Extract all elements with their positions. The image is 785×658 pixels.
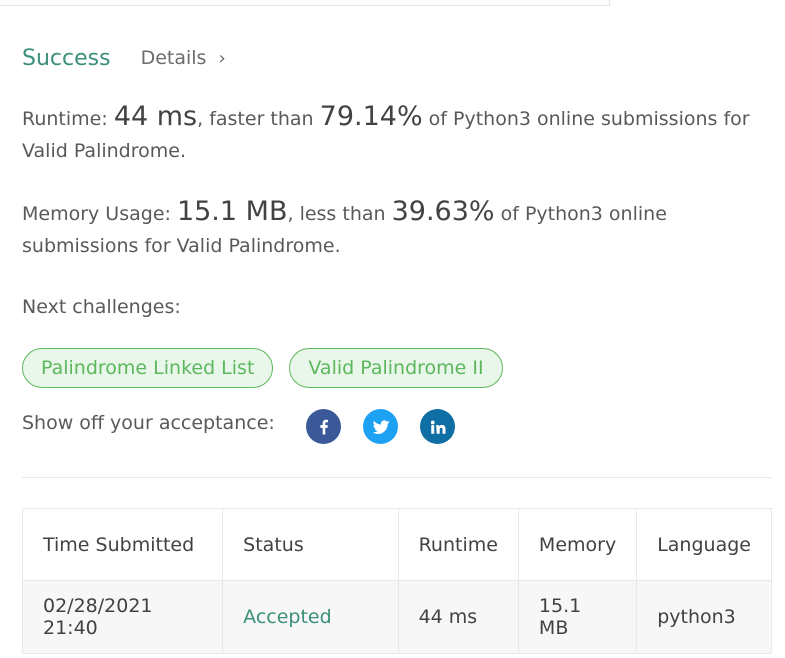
next-challenges-list: Palindrome Linked List Valid Palindrome …	[22, 348, 503, 388]
cell-runtime: 44 ms	[397, 580, 519, 654]
memory-percent: 39.63%	[391, 196, 495, 227]
header-memory[interactable]: Memory	[517, 508, 638, 581]
header-language[interactable]: Language	[636, 508, 772, 581]
share-label: Show off your acceptance:	[22, 412, 275, 434]
memory-label: Memory Usage:	[22, 203, 177, 225]
facebook-icon	[319, 419, 328, 434]
header-runtime[interactable]: Runtime	[397, 508, 519, 581]
table-header-row: Time Submitted Status Runtime Memory Lan…	[21, 508, 772, 581]
success-status: Success	[22, 45, 111, 71]
section-divider	[22, 477, 772, 478]
challenge-palindrome-linked-list[interactable]: Palindrome Linked List	[22, 348, 274, 388]
top-panel-edge	[0, 0, 610, 6]
next-challenges-label: Next challenges:	[22, 296, 181, 318]
header-time-submitted[interactable]: Time Submitted	[21, 508, 224, 581]
linkedin-icon	[430, 420, 445, 434]
facebook-share-button[interactable]	[306, 409, 341, 444]
details-link[interactable]: Details ›	[141, 47, 226, 69]
cell-status-link[interactable]: Accepted	[222, 580, 399, 654]
cell-memory: 15.1 MB	[517, 580, 638, 654]
result-header: Success Details ›	[22, 41, 226, 75]
challenge-valid-palindrome-ii[interactable]: Valid Palindrome II	[289, 348, 503, 388]
header-status[interactable]: Status	[222, 508, 399, 581]
details-label: Details	[140, 47, 207, 69]
memory-stat: Memory Usage: 15.1 MB, less than 39.63% …	[22, 196, 774, 262]
runtime-label: Runtime:	[22, 108, 114, 130]
twitter-icon	[372, 419, 389, 434]
runtime-value: 44 ms	[113, 101, 198, 132]
chevron-right-icon: ›	[218, 47, 226, 69]
submissions-table: Time Submitted Status Runtime Memory Lan…	[21, 508, 772, 654]
table-row: 02/28/2021 21:40 Accepted 44 ms 15.1 MB …	[21, 580, 772, 654]
twitter-share-button[interactable]	[363, 409, 398, 444]
memory-value: 15.1 MB	[176, 196, 288, 227]
memory-mid: , less than	[287, 203, 392, 225]
cell-language: python3	[636, 580, 772, 654]
cell-time-submitted: 02/28/2021 21:40	[21, 580, 224, 654]
runtime-stat: Runtime: 44 ms, faster than 79.14% of Py…	[22, 101, 774, 167]
linkedin-share-button[interactable]	[420, 409, 455, 444]
runtime-percent: 79.14%	[319, 101, 423, 132]
runtime-mid: , faster than	[197, 108, 320, 130]
